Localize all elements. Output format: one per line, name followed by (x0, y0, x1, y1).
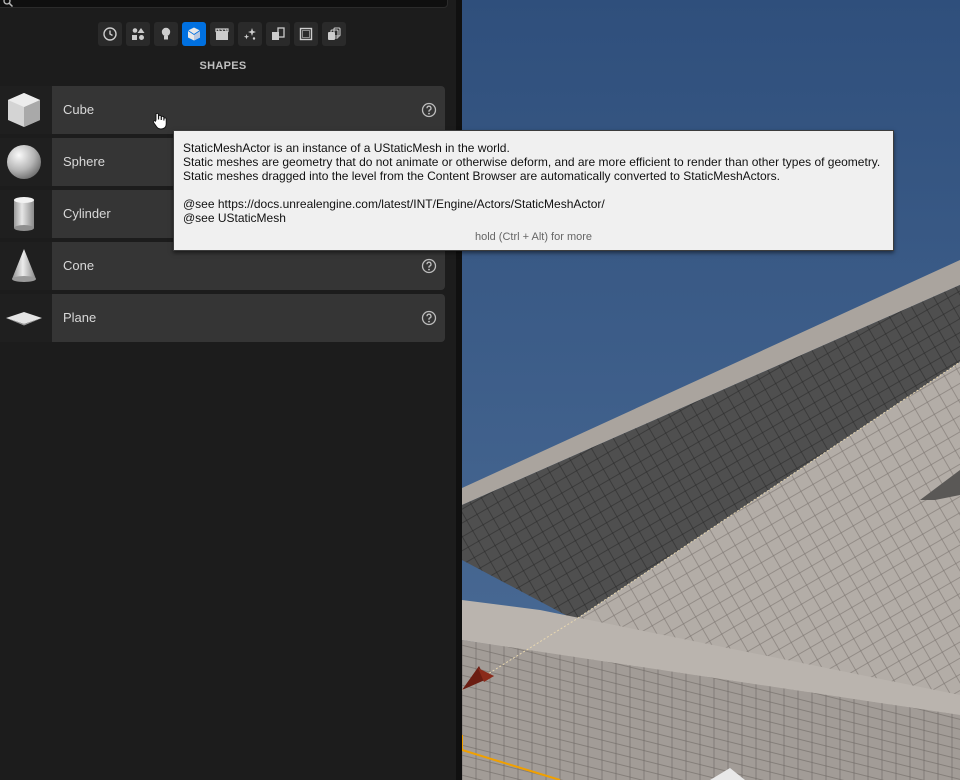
tooltip-line: Static meshes dragged into the level fro… (183, 169, 780, 183)
tooltip-more-hint: hold (Ctrl + Alt) for more (474, 231, 593, 243)
cinematic-category-button[interactable] (210, 22, 234, 46)
visual-effects-category-button[interactable] (238, 22, 262, 46)
cone-icon (12, 249, 36, 282)
level-viewport[interactable] (462, 0, 960, 780)
sphere-icon (7, 145, 41, 179)
tooltip-line: StaticMeshActor is an instance of a USta… (183, 141, 510, 155)
cylinder-icon (14, 197, 34, 231)
tooltip-line: @see UStaticMesh (183, 211, 286, 225)
clock-icon (103, 27, 117, 41)
basic-actors-icon (132, 28, 145, 40)
sparkle-icon (243, 28, 256, 40)
light-bulb-icon (161, 27, 171, 40)
search-input[interactable] (0, 0, 448, 8)
tooltip-doc-link: @see https://docs.unrealengine.com/lates… (183, 197, 605, 211)
shape-item-label: Cylinder (63, 206, 111, 221)
static-mesh-tooltip: StaticMeshActor is an instance of a USta… (173, 130, 894, 251)
shape-item-plane[interactable]: Plane (0, 294, 445, 342)
stack-icon (328, 27, 341, 40)
cube-icon (8, 93, 40, 127)
shape-item-label: Plane (63, 310, 97, 325)
all-classes-category-button[interactable] (322, 22, 346, 46)
lights-category-button[interactable] (154, 22, 178, 46)
volumes-category-button[interactable] (294, 22, 318, 46)
shape-item-label: Cube (63, 102, 95, 117)
blocks-icon (272, 27, 285, 40)
clapperboard-icon (215, 28, 229, 40)
viewport-scene (462, 0, 960, 780)
section-title: SHAPES (199, 60, 247, 72)
shapes-category-button[interactable] (182, 22, 206, 46)
category-toolbar (98, 22, 346, 46)
cone-thumbnail (0, 242, 52, 290)
help-icon[interactable] (421, 310, 437, 326)
recent-category-button[interactable] (98, 22, 122, 46)
shape-item-cube[interactable]: Cube (0, 86, 445, 134)
cylinder-thumbnail (0, 190, 52, 238)
shape-item-label: Cone (63, 258, 95, 273)
cube-thumbnail (0, 86, 52, 134)
basic-category-button[interactable] (126, 22, 150, 46)
place-actors-panel: SHAPES Cube Sphere Cylinder Cone Plane (0, 0, 456, 780)
sphere-thumbnail (0, 138, 52, 186)
help-icon[interactable] (421, 102, 437, 118)
plane-icon (6, 312, 42, 326)
volume-square-icon (299, 27, 313, 41)
geometry-category-button[interactable] (266, 22, 290, 46)
search-icon (3, 0, 13, 7)
tooltip-line: Static meshes are geometry that do not a… (183, 155, 881, 169)
help-icon[interactable] (421, 258, 437, 274)
hand-cursor-icon (152, 112, 167, 130)
cube-icon (187, 27, 201, 41)
shape-item-label: Sphere (63, 154, 105, 169)
plane-thumbnail (0, 294, 52, 342)
